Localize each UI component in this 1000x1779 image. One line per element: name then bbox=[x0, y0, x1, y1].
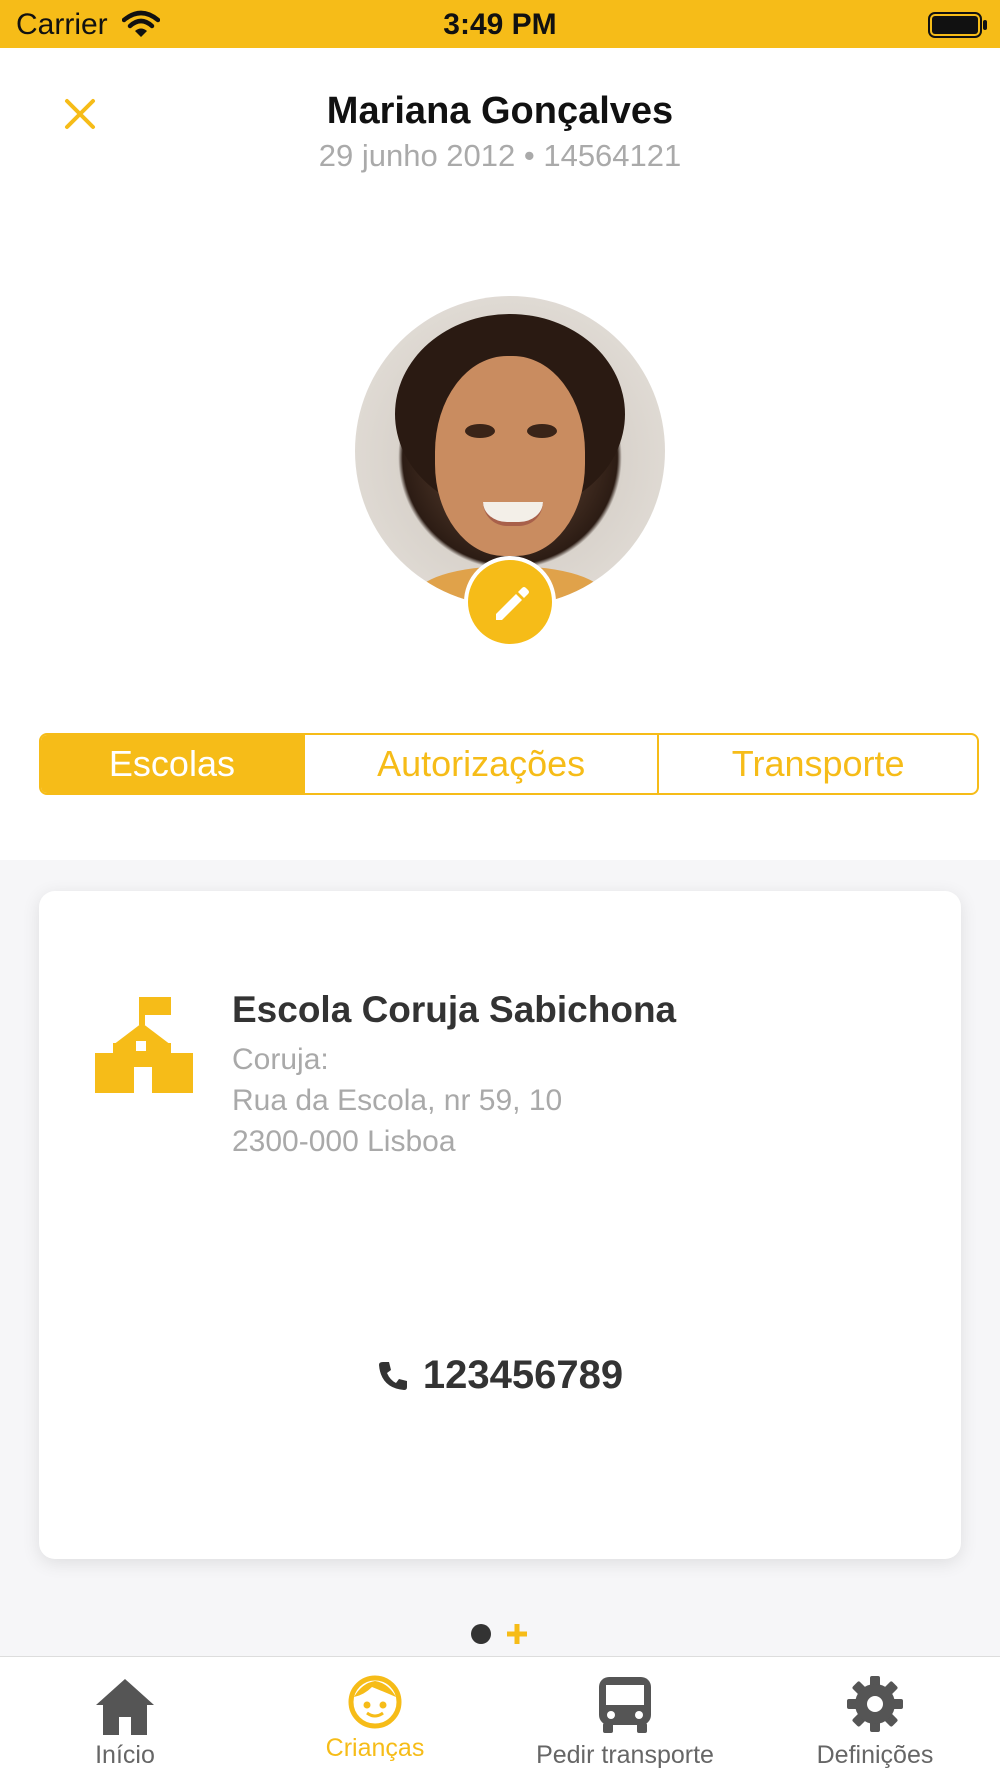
tab-escolas[interactable]: Escolas bbox=[41, 735, 303, 793]
tab-label: Definições bbox=[816, 1741, 934, 1769]
edit-photo-button[interactable] bbox=[464, 556, 556, 648]
home-icon bbox=[96, 1679, 154, 1735]
child-birthdate-id: 29 junho 2012 • 14564121 bbox=[318, 138, 682, 173]
status-time: 3:49 PM bbox=[443, 8, 557, 41]
bus-icon bbox=[599, 1677, 651, 1733]
phone-link[interactable]: 123456789 bbox=[39, 1353, 961, 1398]
school-address-line: Coruja: bbox=[232, 1043, 329, 1076]
tab-bar: Início Crianças Pedir transporte Definiç… bbox=[0, 1656, 1000, 1779]
tab-transporte[interactable]: Transporte bbox=[657, 735, 977, 793]
tab-inicio[interactable]: Início bbox=[0, 1657, 250, 1779]
tab-label: Início bbox=[95, 1741, 155, 1769]
school-name: Escola Coruja Sabichona bbox=[232, 989, 677, 1030]
section-tabs: Escolas Autorizações Transporte bbox=[39, 733, 979, 795]
tab-autorizacoes[interactable]: Autorizações bbox=[302, 735, 657, 793]
plus-icon bbox=[507, 1624, 527, 1644]
tab-label: Pedir transporte bbox=[536, 1741, 714, 1769]
page-indicator-dot bbox=[471, 1624, 491, 1644]
phone-number: 123456789 bbox=[422, 1353, 624, 1397]
child-face-icon bbox=[348, 1675, 402, 1729]
tab-label: Crianças bbox=[325, 1734, 425, 1762]
phone-icon bbox=[378, 1361, 407, 1390]
school-card[interactable]: Escola Coruja Sabichona Coruja: Rua da E… bbox=[39, 891, 961, 1559]
tab-definicoes[interactable]: Definições bbox=[750, 1657, 1000, 1779]
school-icon bbox=[95, 997, 193, 1098]
child-name: Mariana Gonçalves bbox=[326, 90, 674, 132]
tab-criancas[interactable]: Crianças bbox=[250, 1657, 500, 1779]
school-address-line: Rua da Escola, nr 59, 10 bbox=[232, 1084, 563, 1117]
gear-icon bbox=[847, 1676, 903, 1732]
add-school-button[interactable] bbox=[505, 1616, 529, 1652]
battery-icon bbox=[928, 12, 988, 43]
status-bar: Carrier 3:49 PM bbox=[0, 0, 1000, 48]
tab-pedir-transporte[interactable]: Pedir transporte bbox=[500, 1657, 750, 1779]
pencil-icon bbox=[496, 587, 529, 620]
school-address-line: 2300-000 Lisboa bbox=[232, 1125, 456, 1158]
